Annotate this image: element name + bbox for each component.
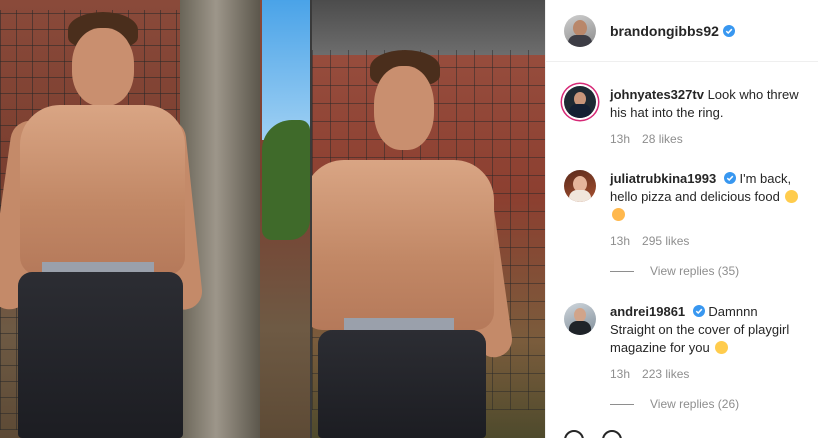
comment-username[interactable]: andrei19861 [610, 304, 685, 319]
laughing-emoji-icon [785, 190, 799, 203]
post-media[interactable] [0, 0, 545, 438]
commenter-avatar[interactable] [564, 86, 596, 118]
like-icon[interactable] [564, 430, 584, 438]
comment-time[interactable]: 13h [610, 234, 630, 248]
heart-eyes-emoji-icon [612, 208, 625, 221]
post-header: brandongibbs92 [546, 0, 818, 62]
post-action-bar [564, 430, 622, 438]
view-replies-button[interactable]: View replies (35) [610, 264, 804, 278]
verified-badge-icon [692, 305, 705, 317]
comment-username[interactable]: juliatrubkina1993 [610, 171, 716, 186]
comment-icon[interactable] [602, 430, 622, 438]
person-figure-left [0, 0, 204, 438]
comments-panel: brandongibbs92 johnyates327tv Look who t… [545, 0, 818, 438]
comment-item: johnyates327tv Look who threw his hat in… [564, 86, 804, 146]
comment-likes[interactable]: 295 likes [642, 234, 689, 248]
verified-badge-icon [722, 24, 735, 37]
verified-badge-icon [723, 172, 736, 184]
person-figure-right [312, 0, 522, 438]
sky [262, 0, 310, 140]
replies-line [610, 403, 634, 405]
comment-item: andrei19861 Damnnn Straight on the cover… [564, 303, 804, 411]
comment-username[interactable]: johnyates327tv [610, 87, 704, 102]
photo-left [0, 0, 310, 438]
comment-item: juliatrubkina1993 I'm back, hello pizza … [564, 170, 804, 278]
grimacing-emoji-icon [715, 341, 729, 354]
author-avatar[interactable] [564, 14, 596, 47]
commenter-avatar[interactable] [564, 170, 596, 202]
view-replies-button[interactable]: View replies (26) [610, 397, 804, 411]
view-replies-label: View replies (26) [650, 397, 740, 411]
foliage [262, 120, 310, 240]
comment-time[interactable]: 13h [610, 367, 630, 381]
comment-time[interactable]: 13h [610, 132, 630, 146]
comment-meta: 13h 28 likes [610, 132, 804, 146]
replies-line [610, 270, 634, 272]
comment-meta: 13h 295 likes [610, 234, 804, 248]
photo-right [312, 0, 545, 438]
commenter-avatar[interactable] [564, 303, 596, 335]
comment-likes[interactable]: 28 likes [642, 132, 683, 146]
author-username[interactable]: brandongibbs92 [610, 23, 719, 39]
comment-likes[interactable]: 223 likes [642, 367, 689, 381]
view-replies-label: View replies (35) [650, 264, 740, 278]
comment-meta: 13h 223 likes [610, 367, 804, 381]
